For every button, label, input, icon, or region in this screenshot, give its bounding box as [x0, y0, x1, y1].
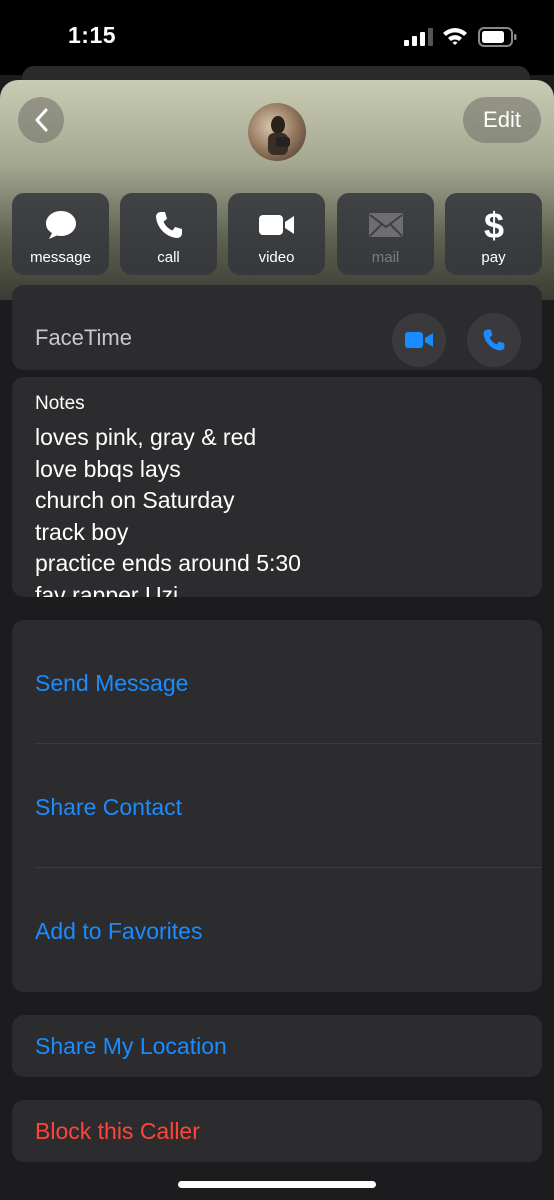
- phone-icon: [154, 205, 184, 245]
- message-action-label: message: [30, 249, 91, 266]
- phone-icon: [483, 329, 505, 351]
- share-location-row: Share My Location: [12, 1015, 542, 1077]
- contact-options-list: Send Message Share Contact Add to Favori…: [12, 620, 542, 992]
- notes-line: track boy: [35, 518, 129, 545]
- mail-action-button[interactable]: mail: [337, 193, 434, 275]
- notes-line: church on Saturday: [35, 487, 235, 513]
- avatar-photo: [268, 116, 290, 155]
- quick-actions: message call video mail $ pay: [12, 193, 542, 275]
- facetime-label: FaceTime: [35, 325, 132, 350]
- edit-button[interactable]: Edit: [463, 97, 541, 143]
- notes-line: practice ends around 5:30: [35, 550, 301, 576]
- avatar[interactable]: [248, 103, 306, 161]
- video-camera-icon: [405, 332, 433, 348]
- battery-icon: [478, 27, 517, 47]
- status-time: 1:15: [68, 22, 117, 48]
- video-action-button[interactable]: video: [228, 193, 325, 275]
- divider: [35, 867, 542, 868]
- pay-action-button[interactable]: $ pay: [445, 193, 542, 275]
- svg-text:$: $: [483, 207, 503, 243]
- mail-action-label: mail: [371, 249, 400, 266]
- facetime-video-button[interactable]: [392, 313, 446, 367]
- wifi-icon: [443, 28, 467, 45]
- dollar-icon: $: [482, 205, 506, 245]
- call-action-button[interactable]: call: [120, 193, 217, 275]
- back-button[interactable]: [18, 97, 64, 143]
- add-to-favorites-button[interactable]: Add to Favorites: [35, 918, 202, 945]
- status-bar: 1:15: [0, 0, 554, 75]
- chevron-left-icon: [35, 108, 48, 132]
- message-bubble-icon: [44, 205, 78, 245]
- video-camera-icon: [258, 205, 296, 245]
- block-caller-button[interactable]: Block this Caller: [35, 1118, 200, 1145]
- message-action-button[interactable]: message: [12, 193, 109, 275]
- facetime-row: FaceTime: [12, 285, 542, 370]
- call-action-label: call: [157, 249, 180, 266]
- block-caller-row: Block this Caller: [12, 1100, 542, 1162]
- notes-field[interactable]: Notes loves pink, gray & red love bbqs l…: [12, 377, 542, 597]
- facetime-audio-button[interactable]: [467, 313, 521, 367]
- divider: [35, 743, 542, 744]
- home-indicator[interactable]: [178, 1181, 376, 1188]
- notes-line: loves pink, gray & red: [35, 424, 257, 450]
- contact-header: Edit message call video mail $ pay: [0, 80, 554, 300]
- share-my-location-button[interactable]: Share My Location: [35, 1033, 227, 1060]
- send-message-button[interactable]: Send Message: [35, 670, 188, 697]
- pay-action-label: pay: [481, 249, 506, 266]
- share-contact-button[interactable]: Share Contact: [35, 794, 182, 821]
- notes-line: love bbqs lays: [35, 455, 181, 482]
- envelope-icon: [368, 205, 404, 245]
- video-action-label: video: [258, 249, 295, 266]
- notes-title: Notes: [35, 393, 85, 414]
- cellular-signal-icon: [404, 28, 433, 46]
- notes-text: loves pink, gray & red love bbqs lays ch…: [35, 422, 301, 597]
- notes-line: fav rapper Uzi: [35, 581, 179, 598]
- contact-sheet: Edit message call video mail $ pay FaceT…: [0, 80, 554, 1200]
